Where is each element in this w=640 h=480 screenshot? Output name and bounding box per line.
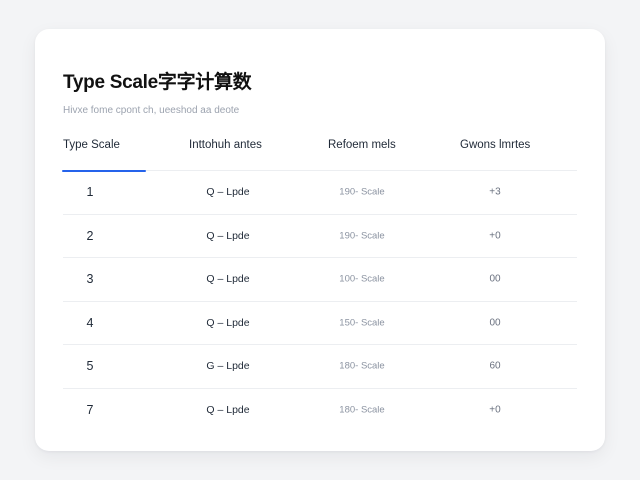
table-row[interactable]: 5 G – Lpde 180- Scale 60	[63, 345, 577, 389]
row-scale: 100- Scale	[339, 273, 385, 285]
row-value: +0	[489, 404, 501, 416]
table-row[interactable]: 7 Q – Lpde 180- Scale +0	[63, 389, 577, 433]
tab-fourth[interactable]: Gwons lmrtes	[460, 139, 530, 171]
row-scale: 190- Scale	[339, 186, 385, 198]
type-scale-card: Type Scale字字计算数 Hivxe fome cpont ch, uee…	[35, 29, 605, 451]
row-style: Q – Lpde	[206, 186, 250, 199]
row-style: Q – Lpde	[206, 229, 250, 242]
row-index: 2	[86, 228, 94, 243]
type-scale-list: 1 Q – Lpde 190- Scale +3 2 Q – Lpde 190-…	[63, 171, 577, 432]
row-value: 00	[489, 317, 501, 329]
table-row[interactable]: 4 Q – Lpde 150- Scale 00	[63, 302, 577, 345]
page-title: Type Scale字字计算数	[63, 72, 252, 93]
row-style: Q – Lpde	[206, 273, 250, 286]
row-index: 4	[86, 315, 94, 330]
row-scale: 180- Scale	[339, 404, 385, 416]
tab-type-scale[interactable]: Type Scale	[62, 139, 146, 172]
row-value: 00	[489, 273, 501, 285]
row-scale: 180- Scale	[339, 360, 385, 372]
row-index: 1	[86, 185, 94, 200]
row-scale: 190- Scale	[339, 230, 385, 242]
row-style: G – Lpde	[206, 360, 250, 373]
row-style: Q – Lpde	[206, 404, 250, 417]
tab-bar: Type Scale Inttohuh antes Refoem mels Gw…	[62, 139, 577, 172]
row-value: +0	[489, 230, 501, 242]
tab-third[interactable]: Refoem mels	[328, 139, 396, 171]
row-value: 60	[489, 360, 501, 372]
tab-second[interactable]: Inttohuh antes	[189, 139, 262, 171]
row-value: +3	[489, 186, 501, 198]
row-index: 7	[86, 403, 94, 418]
page-subtitle: Hivxe fome cpont ch, ueeshod aa deote	[63, 105, 240, 116]
table-row[interactable]: 3 Q – Lpde 100- Scale 00	[63, 258, 577, 302]
table-row[interactable]: 1 Q – Lpde 190- Scale +3	[63, 171, 577, 215]
row-index: 3	[86, 272, 94, 287]
table-row[interactable]: 2 Q – Lpde 190- Scale +0	[63, 215, 577, 258]
row-style: Q – Lpde	[206, 316, 250, 329]
row-scale: 150- Scale	[339, 317, 385, 329]
row-index: 5	[86, 359, 94, 374]
